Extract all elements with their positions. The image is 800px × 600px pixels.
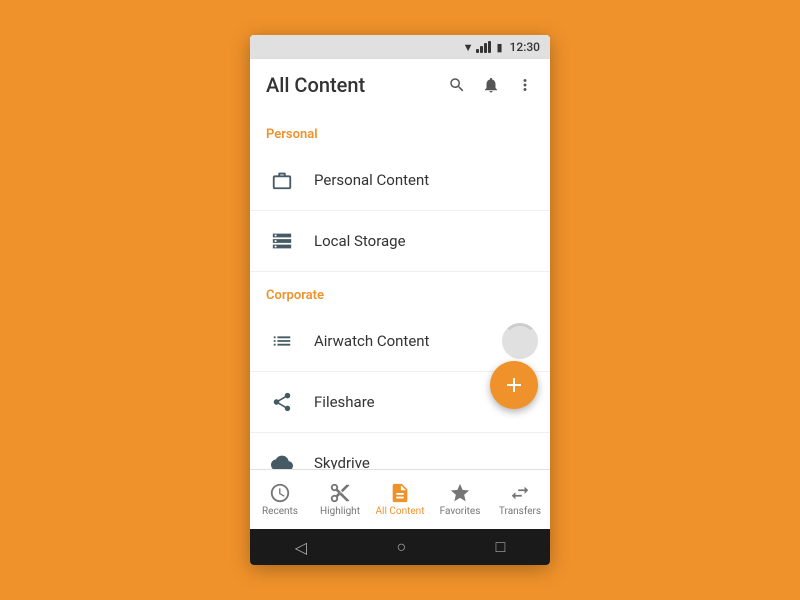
briefcase-icon [266,164,298,196]
page-title: All Content [266,73,448,97]
list-item-personal-content[interactable]: Personal Content [250,150,550,211]
list-item-skydrive[interactable]: Skydrive [250,433,550,469]
scissors-icon [329,482,351,504]
all-content-label: All Content [376,506,425,517]
server-icon [266,225,298,257]
nav-item-recents[interactable]: Recents [250,470,310,529]
status-icons: ▼ ▮ 12:30 [463,40,540,54]
favorites-label: Favorites [440,506,481,517]
nav-item-transfers[interactable]: Transfers [490,470,550,529]
personal-content-label: Personal Content [314,171,534,189]
star-icon [449,482,471,504]
file-icon [389,482,411,504]
nav-item-favorites[interactable]: Favorites [430,470,490,529]
airwatch-content-label: Airwatch Content [314,332,534,350]
recents-label: Recents [262,506,298,517]
status-time: 12:30 [510,40,540,54]
status-bar: ▼ ▮ 12:30 [250,35,550,59]
section-personal: Personal Personal Content Local Storage [250,111,550,272]
app-bar-actions [448,76,534,94]
transfers-label: Transfers [499,506,541,517]
share-icon [266,386,298,418]
more-options-button[interactable] [516,76,534,94]
content-area: Personal Personal Content Local Storage [250,111,550,469]
bottom-nav: Recents Highlight All Content [250,469,550,529]
section-header-corporate: Corporate [250,272,550,311]
transfer-icon [509,482,531,504]
local-storage-label: Local Storage [314,232,534,250]
android-nav-bar: ◁ ○ □ [250,529,550,565]
home-button[interactable]: ○ [396,537,406,557]
back-button[interactable]: ◁ [295,538,307,557]
skydrive-label: Skydrive [314,454,534,469]
list-icon [266,325,298,357]
nav-item-all-content[interactable]: All Content [370,470,430,529]
loading-spinner [502,323,538,359]
list-item-local-storage[interactable]: Local Storage [250,211,550,272]
search-button[interactable] [448,76,466,94]
cloud-icon [266,447,298,469]
fab-add-button[interactable] [490,361,538,409]
recents-button[interactable]: □ [496,537,506,557]
wifi-icon: ▼ [463,41,474,54]
clock-icon [269,482,291,504]
phone-frame: ▼ ▮ 12:30 All Content [250,35,550,565]
app-bar: All Content [250,59,550,111]
signal-icon [476,41,491,53]
battery-icon: ▮ [496,41,502,54]
highlight-label: Highlight [320,506,360,517]
nav-item-highlight[interactable]: Highlight [310,470,370,529]
section-header-personal: Personal [250,111,550,150]
notifications-button[interactable] [482,76,500,94]
